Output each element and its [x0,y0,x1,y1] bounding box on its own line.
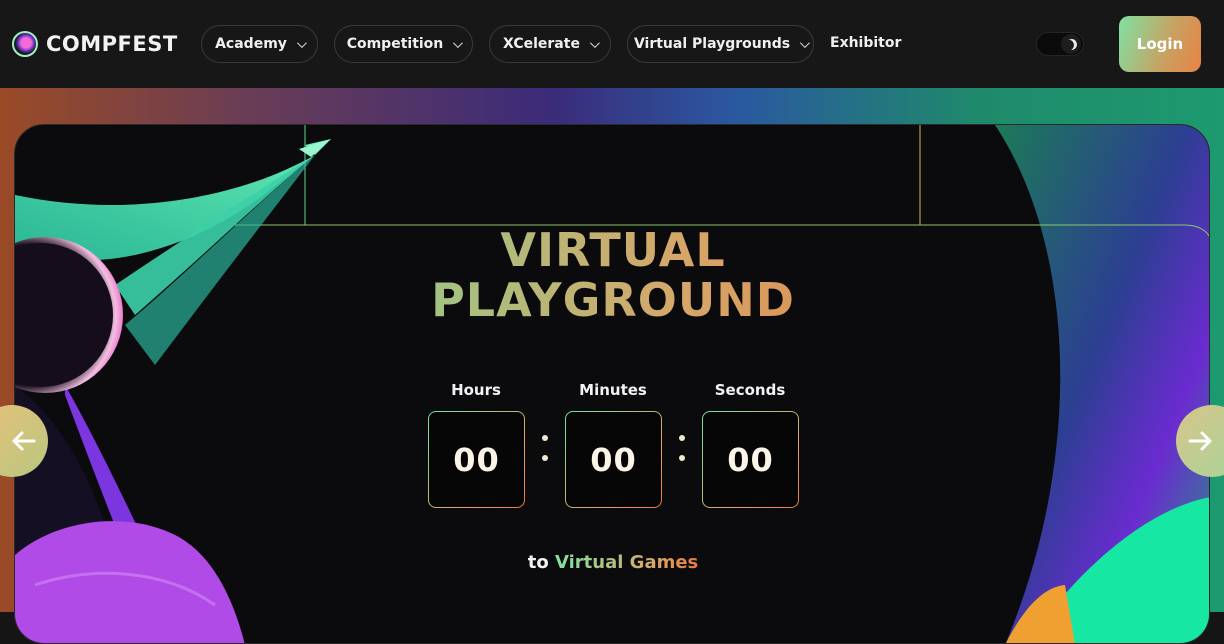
hero-title-line2: PLAYGROUND [15,273,1209,327]
arrow-left-icon [12,431,36,451]
hero-title-line1: VIRTUAL [15,223,1209,277]
compfest-logo-icon [12,31,38,57]
hero-subtitle: to Virtual Games [15,552,1209,573]
moon-icon [1063,36,1078,51]
nav-item-virtual-playgrounds[interactable]: Virtual Playgrounds [627,25,814,63]
theme-toggle-knob [1061,34,1081,54]
nav-item-xcelerate[interactable]: XCelerate [489,25,611,63]
nav-item-label: XCelerate [503,36,580,52]
nav-item-label: Academy [215,36,287,52]
nav-item-competition[interactable]: Competition [334,25,473,63]
navbar: COMPFEST Academy Competition XCelerate V… [0,0,1224,88]
arrow-right-icon [1188,431,1212,451]
timer-separator [678,435,686,475]
seconds-label: Seconds [714,381,786,399]
nav-link-exhibitor[interactable]: Exhibitor [830,35,901,51]
hours-label: Hours [451,381,501,399]
nav-item-label: Competition [346,36,444,52]
subtitle-prefix: to [527,552,549,573]
nav-item-academy[interactable]: Academy [201,25,318,63]
theme-toggle[interactable] [1036,32,1084,56]
nav-item-label: Virtual Playgrounds [633,36,791,52]
chevron-down-icon [800,37,810,48]
brand-logo[interactable]: COMPFEST [12,28,178,60]
login-button[interactable]: Login [1119,16,1201,72]
chevron-down-icon [296,37,307,48]
hero-card: VIRTUAL PLAYGROUND Hours Minutes Seconds… [14,124,1210,644]
subtitle-highlight: Virtual Games [555,552,699,573]
minutes-label: Minutes [579,381,647,399]
timer-separator [541,435,549,475]
chevron-down-icon [589,37,600,48]
seconds-value: 00 [702,411,799,508]
minutes-value: 00 [565,411,662,508]
chevron-down-icon [453,37,464,48]
brand-name: COMPFEST [46,32,178,56]
hours-value: 00 [428,411,525,508]
